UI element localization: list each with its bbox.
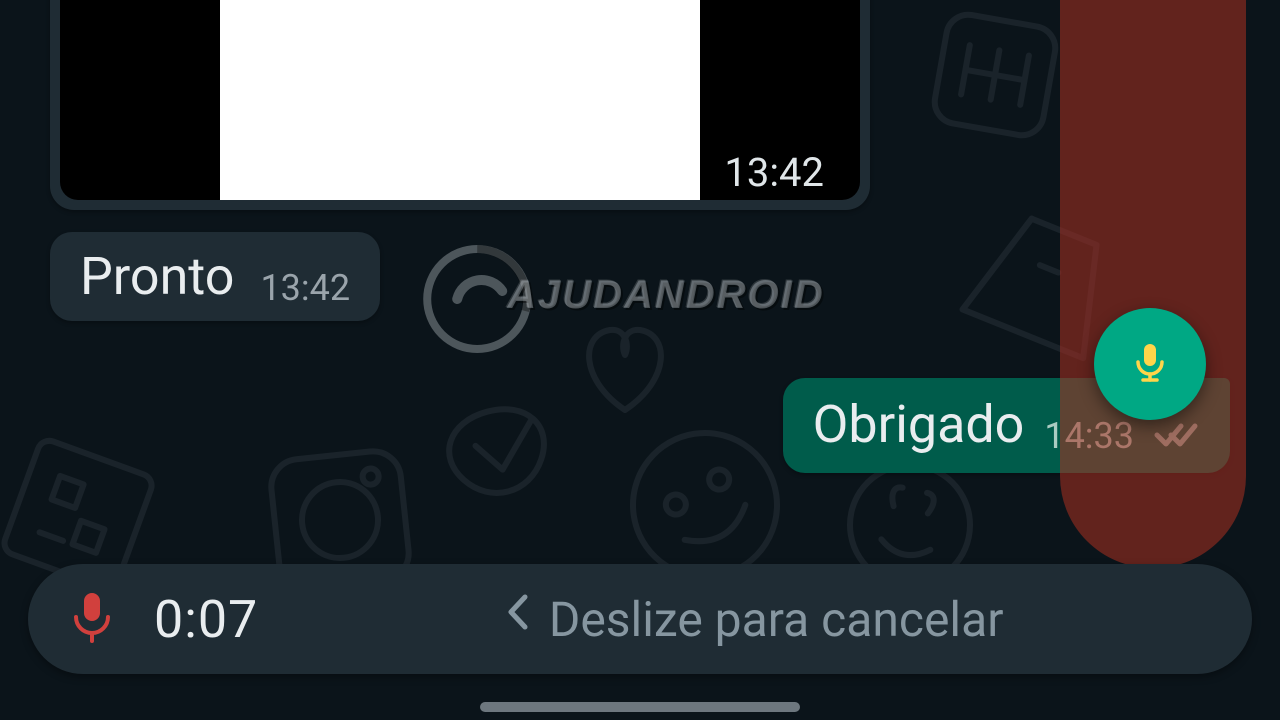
- chat-screen: 13:42 Pronto 13:42 Obrigado 14:33: [0, 0, 1280, 720]
- recording-timer: 0:07: [154, 589, 258, 650]
- double-check-icon: [1154, 418, 1200, 454]
- voice-recording-bar[interactable]: 0:07 Deslize para cancelar: [28, 564, 1252, 674]
- message-time: 14:33: [1044, 415, 1134, 457]
- watermark: AJUDANDROID: [417, 235, 863, 355]
- recording-mic-icon: [70, 589, 114, 649]
- message-text: Obrigado: [813, 394, 1025, 455]
- message-text: Pronto: [80, 246, 234, 307]
- home-indicator[interactable]: [480, 702, 800, 712]
- message-time: 13:42: [724, 149, 824, 196]
- message-time: 13:42: [260, 267, 350, 309]
- watermark-text: AJUDANDROID: [507, 273, 825, 318]
- watermark-logo-icon: [417, 239, 537, 359]
- image-content: [220, 0, 700, 200]
- voice-record-button[interactable]: [1094, 308, 1206, 420]
- chevron-left-icon: [505, 593, 531, 641]
- slide-to-cancel-label: Deslize para cancelar: [549, 591, 1004, 648]
- microphone-icon: [1126, 338, 1174, 390]
- incoming-image-message[interactable]: 13:42: [50, 0, 870, 210]
- slide-to-cancel-hint[interactable]: Deslize para cancelar: [298, 591, 1210, 648]
- voice-lock-overlay[interactable]: [1060, 0, 1246, 568]
- incoming-text-message[interactable]: Pronto 13:42: [50, 232, 380, 321]
